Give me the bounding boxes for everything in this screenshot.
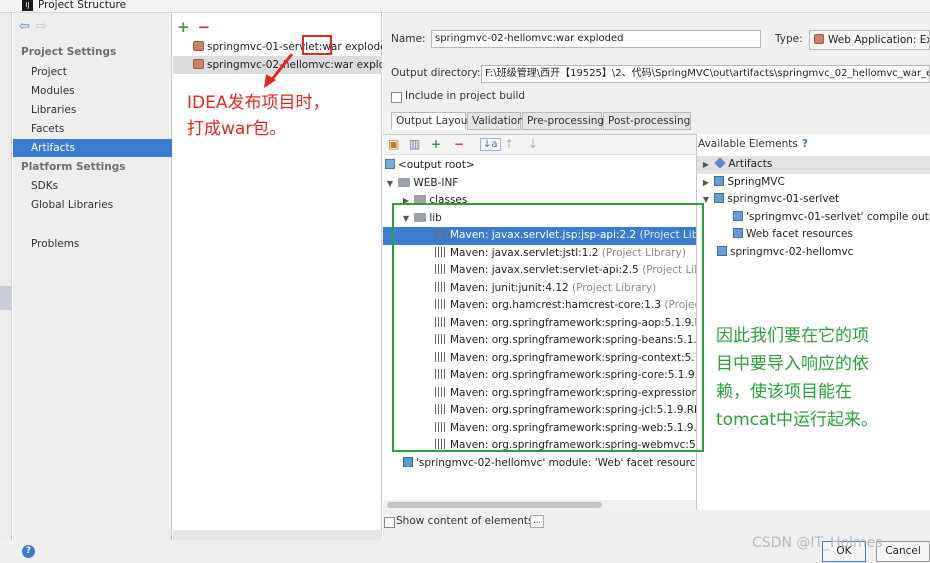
- tab-post-processing[interactable]: Post-processing: [603, 112, 691, 130]
- sort-icon[interactable]: ↓a: [480, 138, 501, 151]
- artifact-toolbar: + −: [177, 18, 210, 36]
- tab-pre-processing[interactable]: Pre-processing: [522, 112, 604, 130]
- war-icon: [193, 41, 204, 51]
- include-in-build-checkbox[interactable]: [391, 92, 402, 103]
- move-up-icon[interactable]: ↑: [504, 137, 514, 151]
- tab-validation[interactable]: Validation: [467, 112, 524, 130]
- green-annotation-line: 目中要导入响应的依: [716, 354, 869, 374]
- platform-settings-header: Platform Settings: [21, 161, 126, 173]
- remove-icon[interactable]: −: [454, 137, 464, 151]
- add-artifact-button[interactable]: +: [177, 18, 190, 36]
- green-annotation-line: 因此我们要在它的项: [716, 326, 869, 346]
- add-icon[interactable]: +: [431, 137, 441, 151]
- settings-nav: ⇦⇨ Project Settings Project Modules Libr…: [13, 13, 172, 540]
- available-item-artifacts[interactable]: ▶ Artifacts: [697, 156, 930, 174]
- available-item-compile-output[interactable]: 'springmvc-01-serlvet' compile output: [697, 209, 930, 227]
- archive-add-icon[interactable]: ▥: [409, 137, 420, 151]
- arrow-left-icon[interactable]: ⇦: [19, 19, 36, 34]
- web-app-icon: [814, 34, 824, 44]
- window-titlebar: IJ Project Structure: [0, 0, 930, 13]
- chevron-down-icon[interactable]: ▼: [385, 175, 395, 193]
- war-highlight-box: [302, 35, 332, 55]
- green-annotation: 因此我们要在它的项 目中要导入响应的依 赖，使该项目能在 tomcat中运行起来…: [716, 322, 878, 434]
- nav-item-libraries[interactable]: Libraries: [13, 101, 172, 119]
- war-icon: [193, 59, 204, 69]
- nav-arrows: ⇦⇨: [19, 19, 53, 34]
- show-content-checkbox[interactable]: [384, 517, 395, 528]
- module-icon: [714, 193, 725, 203]
- module-icon: [717, 245, 727, 256]
- nav-item-artifacts[interactable]: Artifacts: [13, 139, 172, 157]
- arrow-right-icon[interactable]: ⇨: [36, 19, 53, 34]
- move-down-icon[interactable]: ↓: [528, 137, 538, 151]
- tab-output-layout[interactable]: Output Layout: [391, 112, 472, 130]
- available-item-web-facet-resources[interactable]: Web facet resources: [697, 226, 930, 244]
- green-annotation-line: tomcat中运行起来。: [716, 410, 879, 430]
- available-elements-title: Available Elements?: [698, 138, 808, 150]
- nav-item-modules[interactable]: Modules: [13, 82, 172, 100]
- project-settings-header: Project Settings: [21, 46, 117, 58]
- nav-item-sdks[interactable]: SDKs: [13, 177, 172, 195]
- dependencies-highlight-box: [392, 203, 704, 452]
- red-annotation-line: IDEA发布项目时，: [187, 93, 330, 113]
- left-edge-strip: [0, 13, 12, 563]
- output-tree-toolbar: ▣ ▥ + − ↓a ↑ ↓: [383, 135, 696, 155]
- type-select[interactable]: Web Application: Exploded: [809, 30, 930, 50]
- compile-output-icon: [733, 210, 743, 221]
- output-root-icon: [385, 159, 395, 169]
- help-icon[interactable]: ?: [802, 138, 808, 150]
- more-options-button[interactable]: ...: [530, 515, 544, 528]
- cancel-button[interactable]: Cancel: [876, 541, 930, 562]
- name-label: Name:: [391, 33, 426, 45]
- folder-icon: [398, 177, 411, 187]
- scrollbar-thumb[interactable]: [387, 502, 602, 508]
- include-in-build-label: Include in project build: [405, 90, 526, 102]
- output-directory-label: Output directory:: [391, 67, 481, 79]
- app-icon: IJ: [22, 0, 33, 11]
- edge-marker: [0, 286, 12, 310]
- name-field[interactable]: springmvc-02-hellomvc:war exploded: [431, 30, 761, 48]
- available-item-springmvc-02[interactable]: springmvc-02-hellomvc: [697, 244, 930, 262]
- watermark: CSDN @IT_Holmes: [752, 535, 883, 551]
- chevron-right-icon[interactable]: ▶: [701, 156, 711, 174]
- tree-row-output-root[interactable]: <output root>: [383, 157, 696, 175]
- artifacts-icon: [714, 157, 727, 169]
- type-label: Type:: [775, 33, 803, 45]
- web-resources-icon: [403, 456, 413, 467]
- artifact-list-scrollbar[interactable]: [173, 530, 382, 540]
- output-directory-field[interactable]: F:\班级管理\西开【19525】\2、代码\SpringMVC\out\art…: [481, 65, 930, 83]
- red-arrow-icon: [264, 53, 294, 88]
- tree-row-facet-resources[interactable]: 'springmvc-02-hellomvc' module: 'Web' fa…: [383, 455, 696, 473]
- help-button[interactable]: ?: [22, 545, 35, 558]
- show-content-label: Show content of elements: [396, 515, 534, 527]
- nav-item-project[interactable]: Project: [13, 63, 172, 81]
- red-annotation-line: 打成war包。: [187, 119, 287, 139]
- tree-row-web-inf[interactable]: ▼ WEB-INF: [383, 175, 696, 193]
- chevron-right-icon[interactable]: ▶: [701, 174, 711, 192]
- window-title: Project Structure: [38, 0, 127, 11]
- folder-add-icon[interactable]: ▣: [388, 137, 399, 151]
- remove-artifact-button[interactable]: −: [198, 18, 211, 36]
- available-item-springmvc-01[interactable]: ▼ springmvc-01-serlvet: [697, 191, 930, 209]
- red-annotation: IDEA发布项目时， 打成war包。: [187, 90, 329, 142]
- available-item-springmvc[interactable]: ▶ SpringMVC: [697, 174, 930, 192]
- nav-item-global-libraries[interactable]: Global Libraries: [13, 196, 172, 214]
- nav-item-facets[interactable]: Facets: [13, 120, 172, 138]
- green-annotation-line: 赖，使该项目能在: [716, 382, 852, 402]
- web-resources-icon: [733, 228, 743, 238]
- module-icon: [714, 175, 725, 186]
- nav-item-problems[interactable]: Problems: [13, 235, 172, 253]
